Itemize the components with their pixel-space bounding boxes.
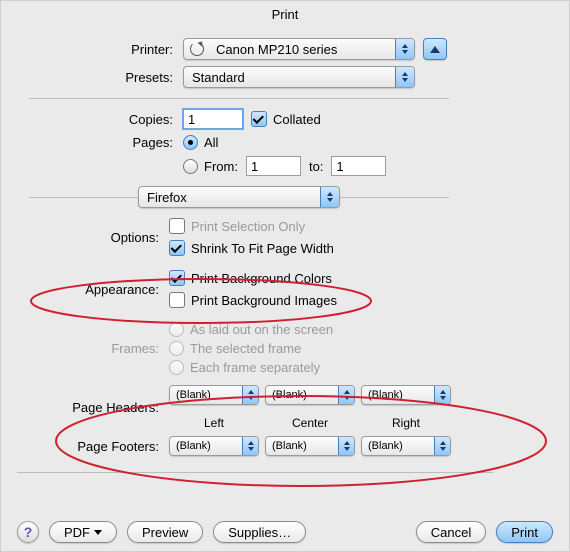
bg-images-option[interactable]: Print Background Images xyxy=(169,292,337,308)
frames-each-label: Each frame separately xyxy=(190,360,320,375)
collated-option[interactable]: Collated xyxy=(251,111,321,127)
shrink-label: Shrink To Fit Page Width xyxy=(191,241,334,256)
window-title: Print xyxy=(1,1,569,32)
frames-selected-option: The selected frame xyxy=(169,341,301,356)
help-icon: ? xyxy=(24,524,33,540)
pages-all-label: All xyxy=(204,135,218,150)
printer-label: Printer: xyxy=(1,42,183,57)
col-center-label: Center xyxy=(265,411,355,430)
shrink-option[interactable]: Shrink To Fit Page Width xyxy=(169,240,334,256)
print-button[interactable]: Print xyxy=(496,521,553,543)
print-selection-option: Print Selection Only xyxy=(169,218,305,234)
header-center-value: (Blank) xyxy=(266,389,338,401)
dropdown-icon xyxy=(94,530,102,535)
preview-button[interactable]: Preview xyxy=(127,521,203,543)
page-footers-label: Page Footers: xyxy=(1,439,169,454)
pages-from-option[interactable]: From: xyxy=(183,159,238,174)
preview-label: Preview xyxy=(142,525,188,540)
header-left-value: (Blank) xyxy=(170,389,242,401)
frames-aslaid-radio xyxy=(169,322,184,337)
updown-icon xyxy=(434,437,450,455)
expand-button[interactable] xyxy=(423,38,447,60)
header-right-value: (Blank) xyxy=(362,389,434,401)
frames-aslaid-label: As laid out on the screen xyxy=(190,322,333,337)
pages-from-radio[interactable] xyxy=(183,159,198,174)
collated-checkbox[interactable] xyxy=(251,111,267,127)
refresh-icon xyxy=(190,42,204,56)
col-right-label: Right xyxy=(361,411,451,430)
printer-value: Canon MP210 series xyxy=(208,42,395,57)
frames-label: Frames: xyxy=(1,341,169,356)
updown-icon xyxy=(395,39,414,59)
footer-left-value: (Blank) xyxy=(170,440,242,452)
supplies-label: Supplies… xyxy=(228,525,291,540)
frames-aslaid-option: As laid out on the screen xyxy=(169,322,333,337)
supplies-button[interactable]: Supplies… xyxy=(213,521,306,543)
updown-icon xyxy=(338,437,354,455)
presets-popup[interactable]: Standard xyxy=(183,66,415,88)
pages-all-radio[interactable] xyxy=(183,135,198,150)
header-right-popup[interactable]: (Blank) xyxy=(361,385,451,405)
pdf-button[interactable]: PDF xyxy=(49,521,117,543)
cancel-label: Cancel xyxy=(431,525,471,540)
frames-selected-radio xyxy=(169,341,184,356)
shrink-checkbox[interactable] xyxy=(169,240,185,256)
frames-each-radio xyxy=(169,360,184,375)
header-left-popup[interactable]: (Blank) xyxy=(169,385,259,405)
bg-images-label: Print Background Images xyxy=(191,293,337,308)
pages-all-option[interactable]: All xyxy=(183,135,218,150)
updown-icon xyxy=(395,67,414,87)
footer-right-popup[interactable]: (Blank) xyxy=(361,436,451,456)
copies-label: Copies: xyxy=(1,112,183,127)
pages-from-field[interactable] xyxy=(246,156,301,176)
presets-label: Presets: xyxy=(1,70,183,85)
print-selection-label: Print Selection Only xyxy=(191,219,305,234)
pages-to-field[interactable] xyxy=(331,156,386,176)
print-label: Print xyxy=(511,525,538,540)
updown-icon xyxy=(242,437,258,455)
printer-popup[interactable]: Canon MP210 series xyxy=(183,38,415,60)
cancel-button[interactable]: Cancel xyxy=(416,521,486,543)
bg-colors-checkbox[interactable] xyxy=(169,270,185,286)
collated-label: Collated xyxy=(273,112,321,127)
footer-center-popup[interactable]: (Blank) xyxy=(265,436,355,456)
footer-right-value: (Blank) xyxy=(362,440,434,452)
frames-each-option: Each frame separately xyxy=(169,360,320,375)
copies-field[interactable] xyxy=(183,109,243,129)
col-left-label: Left xyxy=(169,411,259,430)
appearance-label: Appearance: xyxy=(1,282,169,297)
help-button[interactable]: ? xyxy=(17,521,39,543)
print-selection-checkbox xyxy=(169,218,185,234)
frames-selected-label: The selected frame xyxy=(190,341,301,356)
bg-images-checkbox[interactable] xyxy=(169,292,185,308)
updown-icon xyxy=(338,386,354,404)
updown-icon xyxy=(242,386,258,404)
pages-label: Pages: xyxy=(1,135,183,150)
updown-icon xyxy=(320,187,339,207)
footer-left-popup[interactable]: (Blank) xyxy=(169,436,259,456)
app-section-popup[interactable]: Firefox xyxy=(138,186,340,208)
bg-colors-option[interactable]: Print Background Colors xyxy=(169,270,332,286)
footer-center-value: (Blank) xyxy=(266,440,338,452)
header-center-popup[interactable]: (Blank) xyxy=(265,385,355,405)
pages-from-label: From: xyxy=(204,159,238,174)
presets-value: Standard xyxy=(184,70,395,85)
pdf-label: PDF xyxy=(64,525,90,540)
page-headers-label: Page Headers: xyxy=(1,400,169,415)
app-section-value: Firefox xyxy=(139,190,320,205)
options-label: Options: xyxy=(1,230,169,245)
bg-colors-label: Print Background Colors xyxy=(191,271,332,286)
updown-icon xyxy=(434,386,450,404)
pages-to-label: to: xyxy=(309,159,323,174)
triangle-up-icon xyxy=(430,46,440,53)
